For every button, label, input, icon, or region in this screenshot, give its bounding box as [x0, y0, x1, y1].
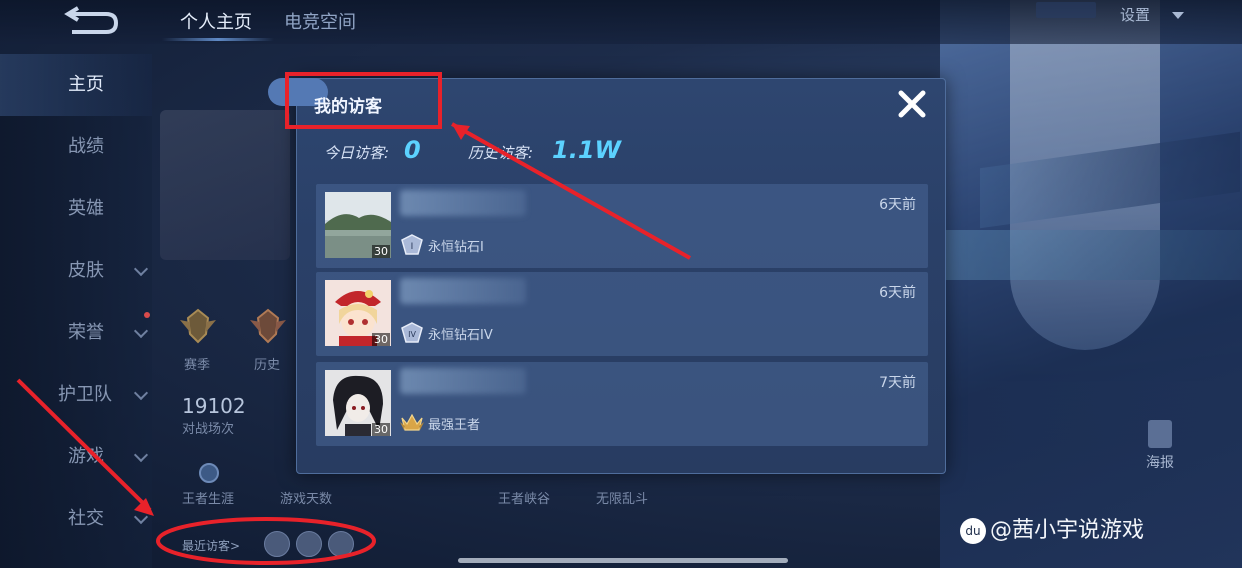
diamond-rank-icon: I — [401, 234, 423, 255]
rank-numeral: I — [411, 242, 414, 252]
sidebar: 主页 战绩 英雄 皮肤 荣誉 护卫队 游戏 社交 — [0, 54, 152, 568]
today-visitors-count: 0 — [404, 136, 421, 164]
sidebar-item-heroes[interactable]: 英雄 — [0, 178, 152, 240]
chevron-down-icon — [133, 447, 149, 463]
season-medal-icon — [180, 308, 216, 344]
visitor-name-blurred — [400, 278, 526, 304]
history-medal-icon — [250, 308, 286, 344]
sidebar-item-label: 社交 — [68, 508, 104, 529]
sidebar-item-record[interactable]: 战绩 — [0, 116, 152, 178]
poster-icon — [1148, 420, 1172, 448]
chevron-down-icon — [133, 261, 149, 277]
history-visitors-label: 历史访客: — [468, 144, 534, 162]
settings-label: 设置 — [1120, 6, 1151, 24]
background-artwork — [940, 0, 1242, 568]
sidebar-item-guard[interactable]: 护卫队 — [0, 364, 152, 426]
matches-label: 对战场次 — [182, 422, 235, 437]
profile-card — [160, 110, 290, 260]
career-label: 王者生涯 — [182, 492, 235, 507]
sidebar-item-label: 皮肤 — [68, 260, 104, 281]
top-bar: 个人主页 电竞空间 设置 — [0, 0, 1242, 44]
sidebar-item-label: 主页 — [68, 74, 104, 95]
tab-personal-home[interactable]: 个人主页 — [180, 8, 252, 34]
recent-visitor-avatar[interactable] — [264, 531, 290, 557]
top-mini-badge — [1036, 2, 1096, 18]
close-icon — [898, 90, 926, 118]
king-rank-icon — [400, 413, 424, 431]
history-label: 历史 — [254, 358, 281, 373]
today-visitors-label: 今日访客: — [324, 144, 390, 162]
recent-visitor-avatar[interactable] — [296, 531, 322, 557]
notification-dot — [144, 312, 150, 318]
sidebar-item-honor[interactable]: 荣誉 — [0, 302, 152, 364]
season-label: 赛季 — [184, 358, 211, 373]
visitor-row[interactable]: 30 7天前 最强王者 — [316, 362, 928, 446]
home-indicator — [458, 558, 788, 563]
active-tab-indicator — [162, 38, 274, 41]
watermark-text: @茜小宇说游戏 — [990, 518, 1145, 543]
visitor-name-blurred — [400, 190, 526, 216]
sidebar-item-label: 护卫队 — [58, 384, 112, 405]
visitor-avatar[interactable]: 30 — [325, 192, 391, 258]
visitor-rank: 永恒钻石I — [428, 240, 484, 255]
avatar-level-badge: 30 — [372, 423, 390, 436]
avatar-level-badge: 30 — [372, 333, 390, 346]
sidebar-item-home[interactable]: 主页 — [0, 54, 152, 116]
sidebar-item-label: 英雄 — [68, 198, 104, 219]
poster-button[interactable]: 海报 — [1140, 420, 1180, 472]
visitor-name-blurred — [400, 368, 526, 394]
visitor-avatar[interactable]: 30 — [325, 370, 391, 436]
watermark: du @茜小宇说游戏 — [960, 512, 1144, 544]
sidebar-item-skins[interactable]: 皮肤 — [0, 240, 152, 302]
career-icon — [199, 463, 219, 483]
history-visitors-count: 1.1W — [552, 136, 621, 164]
visitor-rank: 最强王者 — [428, 418, 481, 433]
du-logo-icon: du — [960, 518, 986, 544]
settings-menu[interactable]: 设置 — [1120, 4, 1185, 25]
rank-numeral: IV — [408, 330, 416, 339]
visitor-row[interactable]: 30 6天前 I 永恒钻石I — [316, 184, 928, 268]
tab-esports-space[interactable]: 电竞空间 — [284, 8, 356, 34]
recent-visitor-avatar[interactable] — [328, 531, 354, 557]
chevron-down-icon — [133, 323, 149, 339]
modal-title: 我的访客 — [314, 97, 382, 117]
visit-time: 6天前 — [879, 285, 916, 301]
visitor-avatar[interactable]: 30 — [325, 280, 391, 346]
visitor-row[interactable]: 30 6天前 IV 永恒钻石IV — [316, 272, 928, 356]
sidebar-item-label: 荣誉 — [68, 322, 104, 343]
brawl-label: 无限乱斗 — [596, 492, 649, 507]
diamond-rank-icon: IV — [401, 322, 423, 343]
sidebar-item-label: 战绩 — [68, 136, 104, 157]
matches-count: 19102 — [182, 394, 246, 418]
poster-label: 海报 — [1146, 455, 1174, 471]
background-beam — [940, 230, 1242, 280]
back-arrow-icon — [64, 6, 119, 34]
game-days-label: 游戏天数 — [280, 492, 333, 507]
visit-time: 7天前 — [879, 375, 916, 391]
close-button[interactable] — [894, 86, 930, 122]
visit-time: 6天前 — [879, 197, 916, 213]
recent-visitors-link[interactable]: 最近访客> — [182, 537, 240, 554]
chevron-down-icon — [1172, 12, 1185, 19]
chevron-down-icon — [133, 385, 149, 401]
sidebar-item-label: 游戏 — [68, 446, 104, 467]
chevron-down-icon — [133, 509, 149, 525]
sidebar-item-social[interactable]: 社交 — [0, 488, 152, 550]
canyon-label: 王者峡谷 — [498, 492, 551, 507]
avatar-level-badge: 30 — [372, 245, 390, 258]
sidebar-item-games[interactable]: 游戏 — [0, 426, 152, 488]
back-button[interactable] — [62, 6, 122, 36]
visitor-rank: 永恒钻石IV — [428, 328, 493, 343]
